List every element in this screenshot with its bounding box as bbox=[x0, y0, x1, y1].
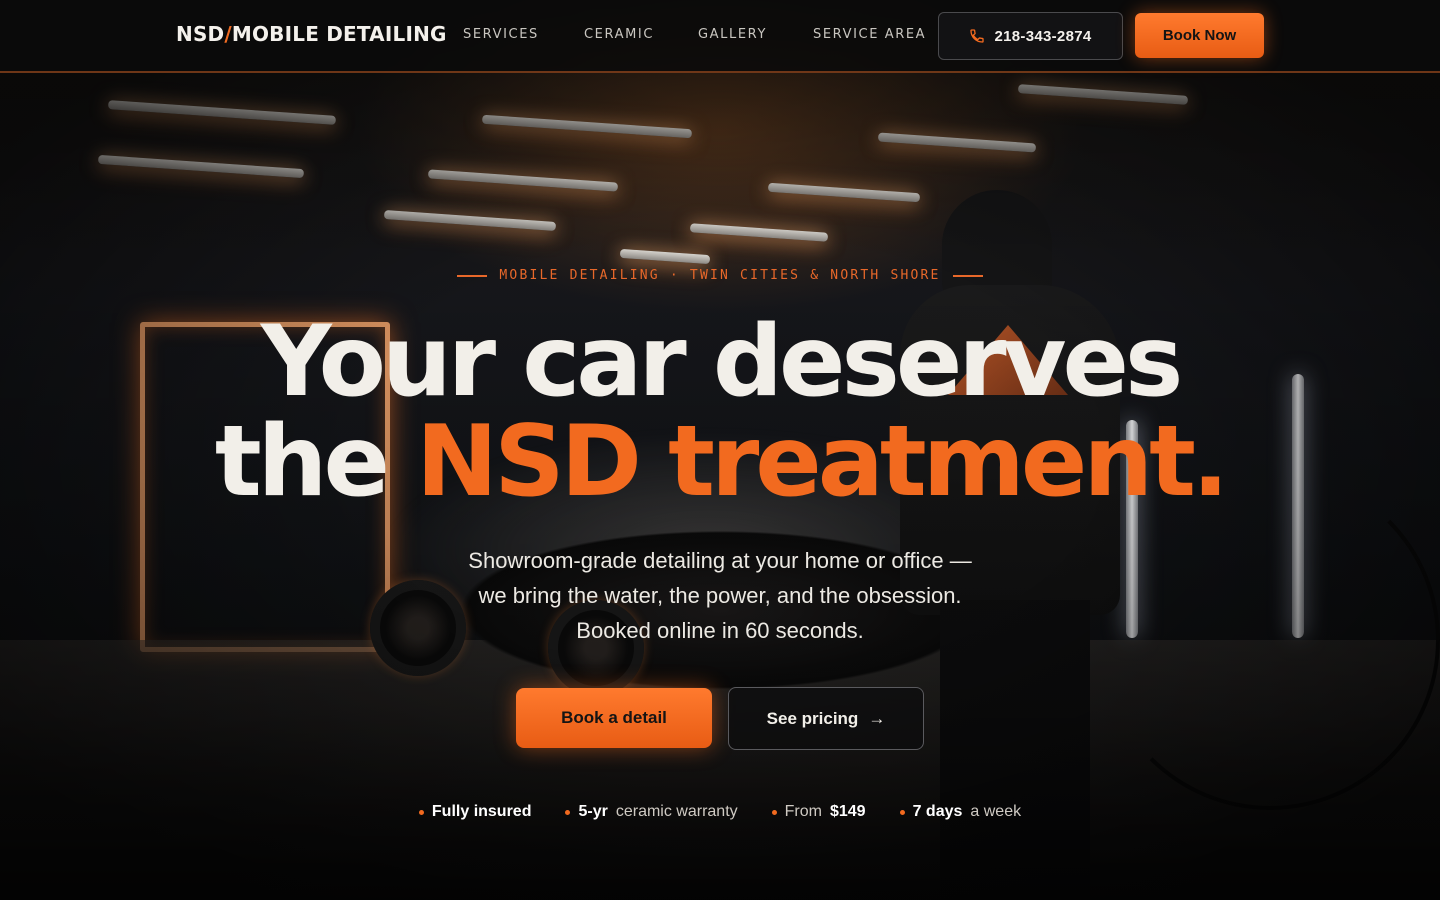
phone-icon bbox=[970, 29, 985, 43]
nav-ceramic[interactable]: CERAMIC bbox=[584, 27, 654, 42]
hero-eyebrow: MOBILE DETAILING · TWIN CITIES & NORTH S… bbox=[0, 268, 1440, 283]
trust-item-availability: 7 days a week bbox=[899, 803, 1021, 821]
bullet-dot-icon bbox=[771, 809, 777, 815]
see-pricing-label: See pricing bbox=[766, 708, 859, 728]
trust-badges: Fully insured 5-yr ceramic warranty From… bbox=[0, 803, 1440, 821]
bullet-dot-icon bbox=[565, 809, 571, 815]
site-header: NSD/MOBILE DETAILING SERVICES CERAMIC GA… bbox=[0, 0, 1440, 73]
trust-item-warranty: 5-yr ceramic warranty bbox=[565, 803, 738, 821]
arrow-right-icon: → bbox=[868, 708, 886, 728]
headline-accent: NSD treatment. bbox=[416, 405, 1229, 519]
headline-the: the bbox=[214, 405, 390, 519]
bullet-dot-icon bbox=[418, 809, 424, 815]
nav-service-area[interactable]: SERVICE AREA bbox=[813, 27, 926, 42]
nav-services[interactable]: SERVICES bbox=[463, 27, 539, 42]
hero-subcopy: Showroom-grade detailing at your home or… bbox=[0, 543, 1440, 648]
brand-logo[interactable]: NSD/MOBILE DETAILING bbox=[176, 22, 447, 46]
bullet-dot-icon bbox=[899, 809, 905, 815]
subcopy-line2: we bring the water, the power, and the o… bbox=[478, 583, 962, 608]
phone-button[interactable]: 218-343-2874 bbox=[938, 12, 1123, 60]
trust-item-insured: Fully insured bbox=[418, 803, 531, 821]
trust-item-price: From $149 bbox=[771, 803, 866, 821]
book-now-button[interactable]: Book Now bbox=[1135, 13, 1264, 58]
nav-gallery[interactable]: GALLERY bbox=[698, 27, 767, 42]
eyebrow-text: MOBILE DETAILING · TWIN CITIES & NORTH S… bbox=[499, 268, 941, 283]
eyebrow-rule-right bbox=[952, 274, 983, 277]
eyebrow-rule-left bbox=[457, 274, 488, 277]
subcopy-line1: Showroom-grade detailing at your home or… bbox=[468, 548, 972, 573]
see-pricing-button[interactable]: See pricing → bbox=[728, 687, 924, 750]
subcopy-line3: Booked online in 60 seconds. bbox=[576, 618, 864, 643]
headline-line1: Your car deserves bbox=[260, 305, 1184, 419]
book-a-detail-button[interactable]: Book a detail bbox=[516, 688, 712, 748]
phone-number: 218-343-2874 bbox=[994, 27, 1092, 45]
hero-headline: Your car deserves the NSD treatment. bbox=[0, 312, 1440, 512]
